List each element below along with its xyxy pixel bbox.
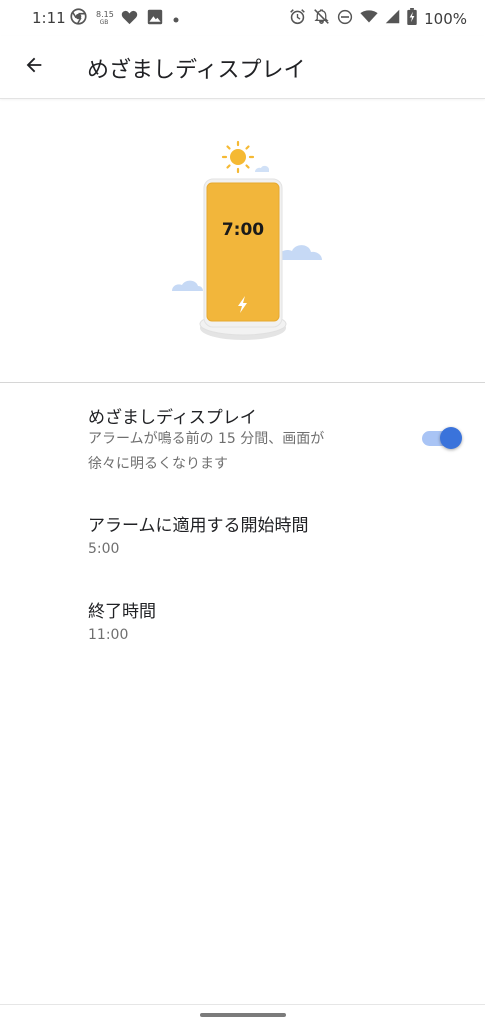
notifications-off-icon [313, 8, 330, 29]
setting-start-time-value: 5:00 [88, 541, 120, 557]
do-not-disturb-icon [337, 9, 353, 29]
setting-end-time[interactable]: 終了時間 11:00 [0, 589, 485, 653]
setting-bedtime-display[interactable]: めざましディスプレイ アラームが鳴る前の 15 分間、画面が 徐々に明るくなりま… [0, 395, 485, 485]
section-divider [0, 382, 485, 383]
nav-bar-divider [0, 1004, 485, 1005]
network-speed-value: 8.15 [96, 9, 114, 19]
setting-end-time-value: 11:00 [88, 627, 129, 643]
bedtime-display-illustration: 7:00 [0, 99, 485, 382]
status-bar: 1:11 8.15 GB 100% [0, 0, 485, 36]
status-notification-icons: 8.15 GB [70, 8, 180, 29]
status-time: 1:11 [32, 9, 66, 27]
alarm-icon [289, 8, 306, 29]
wifi-icon [360, 9, 378, 28]
toggle-thumb [440, 427, 462, 449]
status-system-icons: 100% [289, 8, 467, 29]
setting-end-time-title: 終了時間 [88, 602, 156, 622]
app-bar: めざましディスプレイ [0, 36, 485, 99]
back-button[interactable] [14, 47, 54, 87]
setting-start-time-title: アラームに適用する開始時間 [88, 516, 309, 536]
gesture-navigation-handle[interactable] [200, 1013, 286, 1017]
battery-percent: 100% [424, 9, 467, 28]
network-speed: 8.15 GB [96, 9, 114, 27]
illustration-clock-text: 7:00 [221, 220, 265, 240]
setting-bedtime-display-summary-line1: アラームが鳴る前の 15 分間、画面が [88, 431, 325, 447]
dot-icon [172, 9, 180, 28]
heart-icon [121, 9, 138, 29]
chrome-icon [70, 8, 87, 29]
setting-start-time[interactable]: アラームに適用する開始時間 5:00 [0, 503, 485, 567]
setting-bedtime-display-title: めざましディスプレイ [88, 408, 257, 428]
battery-charging-icon [407, 8, 417, 29]
page-title: めざましディスプレイ [87, 58, 306, 83]
arrow-back-icon [23, 54, 45, 80]
network-speed-unit: GB [99, 18, 109, 26]
signal-icon [385, 9, 400, 28]
image-icon [147, 9, 163, 29]
sun-icon [221, 140, 255, 174]
setting-bedtime-display-summary-line2: 徐々に明るくなります [88, 456, 228, 472]
bedtime-display-toggle[interactable] [420, 426, 464, 450]
